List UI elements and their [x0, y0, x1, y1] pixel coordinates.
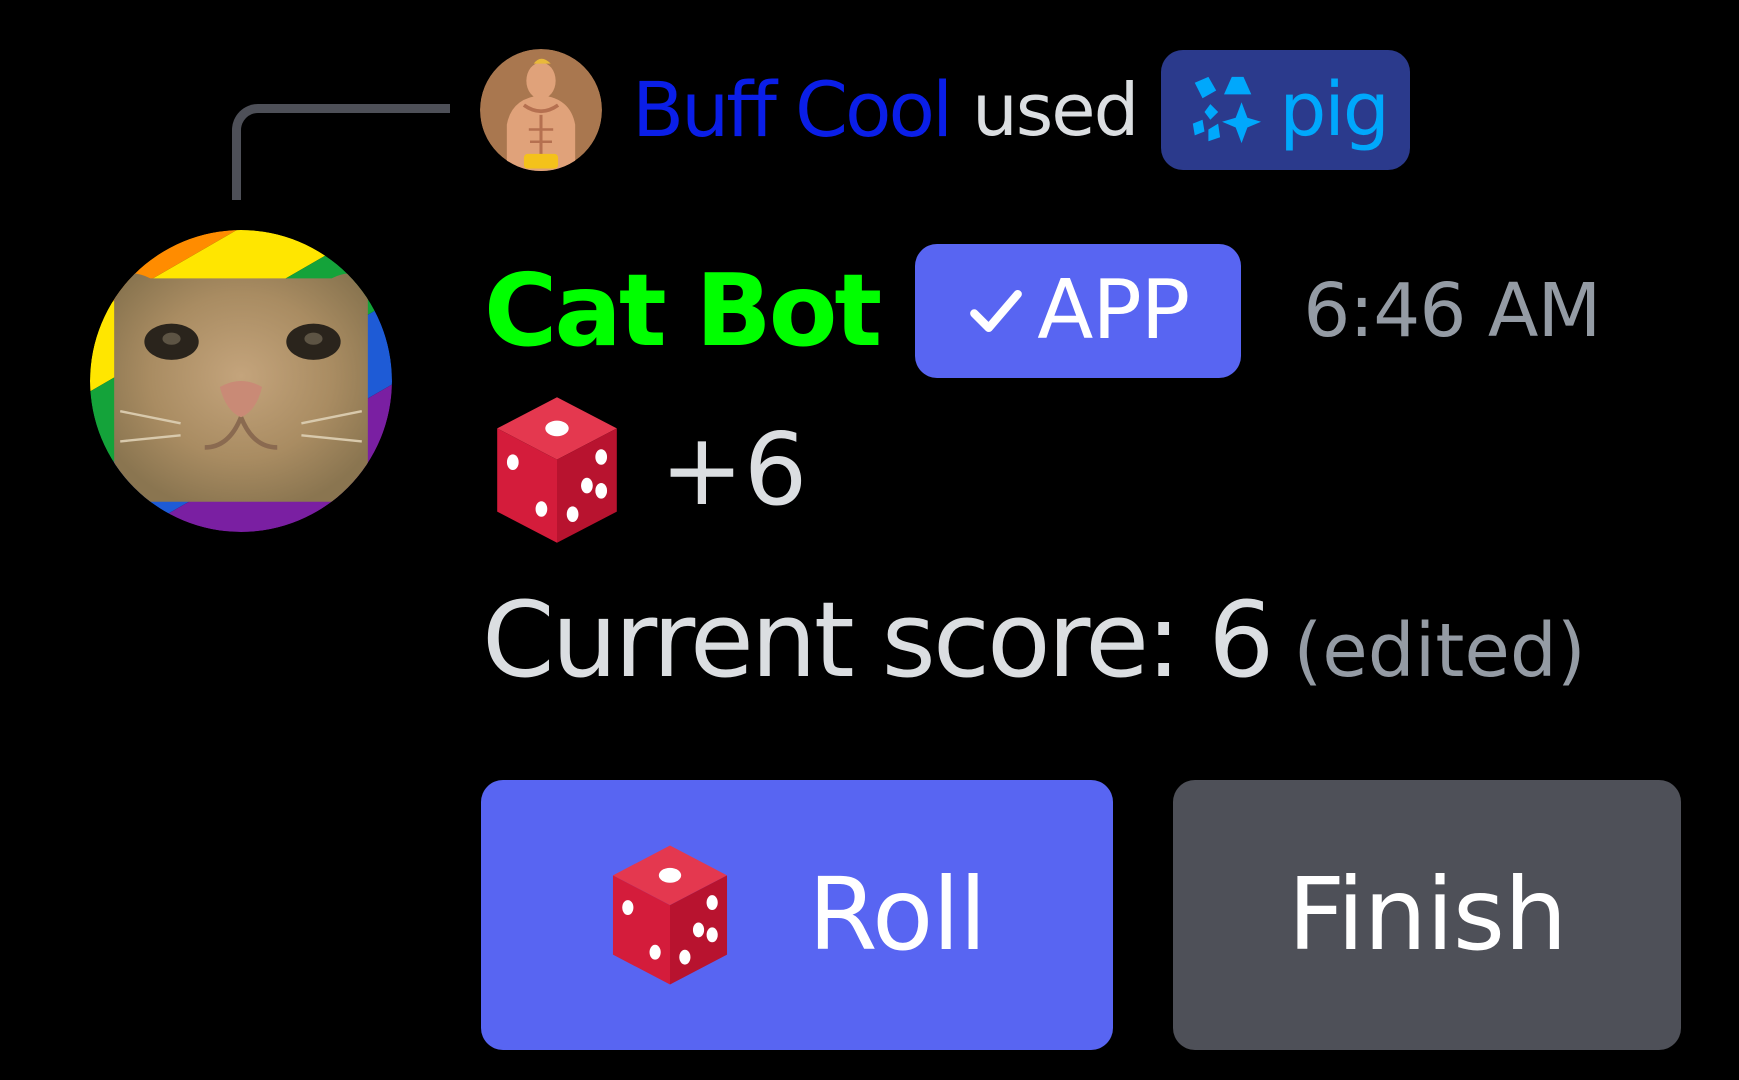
edited-label: (edited): [1293, 608, 1586, 694]
reply-context[interactable]: Buff Cool used pig: [480, 48, 1410, 172]
finish-button-label: Finish: [1287, 856, 1568, 973]
dice-result: +6: [492, 392, 807, 548]
message-header: Cat Bot APP 6:46 AM: [484, 243, 1601, 379]
game-die-icon: [497, 397, 617, 543]
reply-action-text: used: [972, 68, 1139, 152]
roll-button-label: Roll: [808, 856, 987, 973]
slash-command-pill[interactable]: pig: [1161, 50, 1410, 170]
score-line: Current score: 6 (edited): [482, 588, 1586, 708]
game-die-icon: [613, 845, 728, 985]
finish-button[interactable]: Finish: [1173, 780, 1681, 1050]
reply-user-avatar[interactable]: [480, 49, 602, 171]
chat-message: Buff Cool used pig Cat Bot APP 6:46 AM +…: [0, 0, 1739, 1080]
muscular-man-avatar-icon: [480, 49, 602, 171]
command-name: pig: [1279, 67, 1390, 153]
roll-button[interactable]: Roll: [481, 780, 1113, 1050]
cat-avatar-icon: [90, 230, 392, 532]
reply-username[interactable]: Buff Cool: [632, 72, 953, 148]
message-timestamp[interactable]: 6:46 AM: [1303, 274, 1601, 348]
current-score-text: Current score: 6: [482, 579, 1274, 701]
checkmark-icon: [970, 289, 1023, 333]
app-badge: APP: [915, 244, 1242, 378]
bot-avatar[interactable]: [90, 230, 392, 532]
reply-connector: [232, 104, 450, 200]
app-badge-label: APP: [1037, 263, 1190, 358]
author-name[interactable]: Cat Bot: [484, 261, 882, 361]
dice-value: +6: [660, 411, 808, 528]
app-command-icon: [1193, 76, 1262, 144]
